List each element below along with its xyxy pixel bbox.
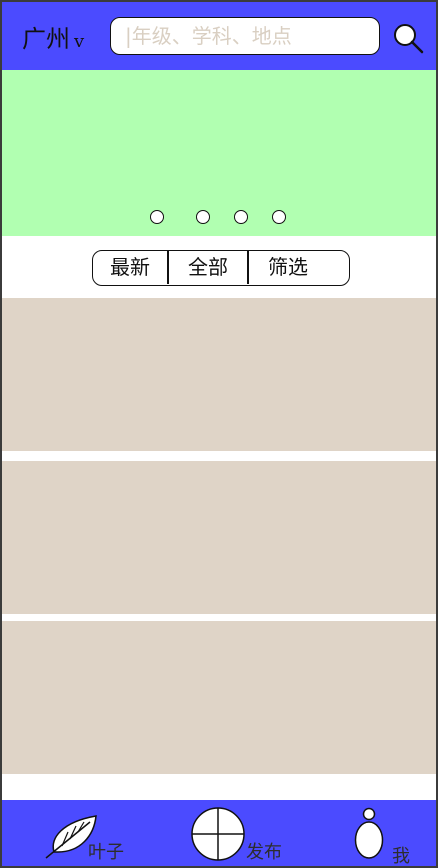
tab-all[interactable]: 全部 [169,251,247,284]
city-selector[interactable]: 广州 v [22,22,84,56]
content-card[interactable] [2,298,436,451]
app-frame: 广州v 最新 全部 筛选 叶子 [0,0,438,868]
content-card[interactable] [2,621,436,774]
carousel-dot[interactable] [196,210,210,224]
nav-label-profile: 我 [392,846,410,867]
nav-label-leaf: 叶子 [88,842,124,863]
tab-latest[interactable]: 最新 [93,251,167,284]
city-label: 广州 [22,25,70,53]
filter-tab-bar: 最新 全部 筛选 [92,250,350,286]
tab-filter[interactable]: 筛选 [249,251,327,284]
search-icon[interactable] [392,22,424,54]
chevron-down-icon: v [74,31,85,52]
carousel-dot[interactable] [150,210,164,224]
bottom-nav: 叶子 发布 我 [2,800,436,866]
content-card[interactable] [2,461,436,614]
search-input[interactable] [110,17,380,55]
nav-item-publish[interactable]: 发布 [188,800,298,866]
top-bar: 广州 v [2,2,436,70]
nav-item-leaf[interactable]: 叶子 [42,800,142,866]
person-icon [354,807,384,859]
carousel-dot[interactable] [272,210,286,224]
banner-carousel[interactable] [2,70,436,236]
nav-item-profile[interactable]: 我 [350,800,420,866]
plus-circle-icon [191,807,245,861]
carousel-dot[interactable] [234,210,248,224]
nav-label-publish: 发布 [246,842,282,863]
